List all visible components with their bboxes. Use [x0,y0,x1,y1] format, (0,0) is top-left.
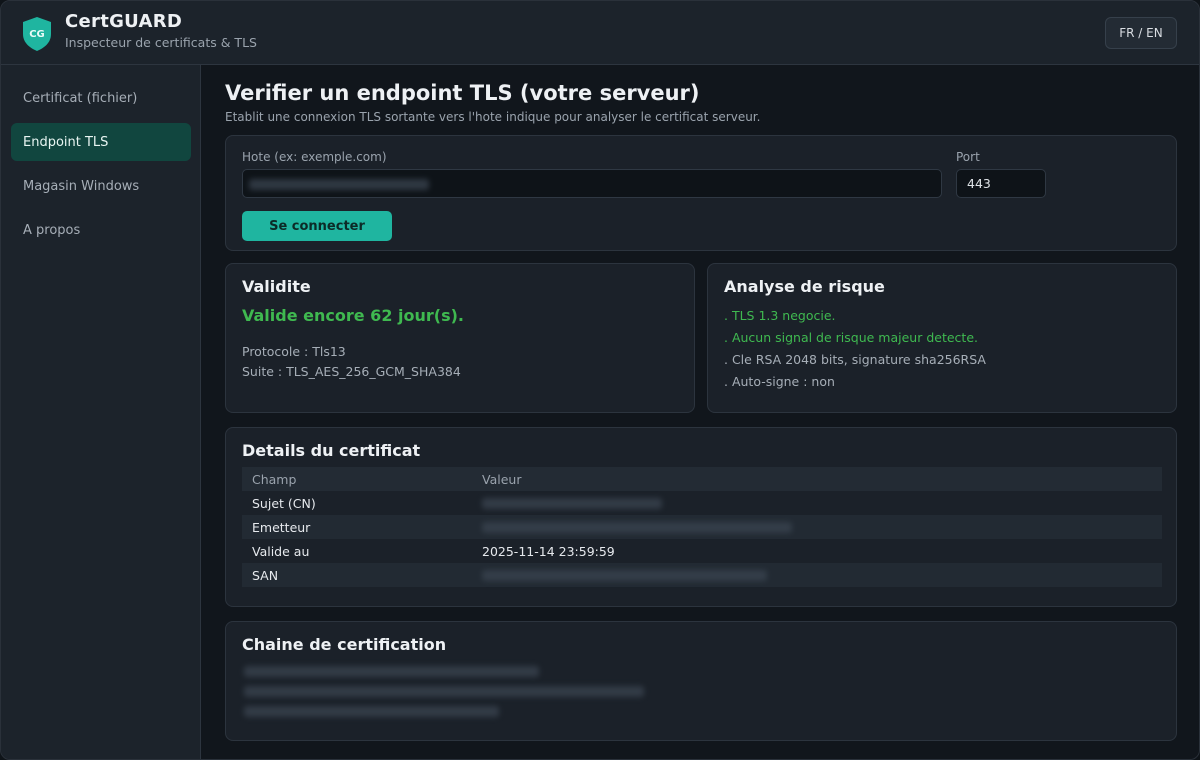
shield-logo-icon: CG [23,17,51,51]
redacted-san-value [482,570,767,581]
table-row: Emetteur [242,515,1162,539]
validity-status: Valide encore 62 jour(s). [242,306,464,325]
language-toggle-button[interactable]: FR / EN [1105,17,1177,49]
column-header-champ: Champ [252,472,297,487]
table-row: SAN [242,563,1162,587]
risk-analysis-card: Analyse de risque . TLS 1.3 negocie. . A… [707,263,1177,413]
app-window: CG CertGUARD Inspecteur de certificats &… [0,0,1200,760]
host-input[interactable] [242,169,942,198]
risk-title: Analyse de risque [724,277,885,296]
connect-button[interactable]: Se connecter [242,211,392,241]
app-title: CertGUARD [65,11,183,32]
sidebar-item-endpoint-tls[interactable]: Endpoint TLS [11,123,191,161]
app-header: CG CertGUARD Inspecteur de certificats &… [1,1,1199,65]
row-field: Emetteur [252,520,311,535]
app-subtitle: Inspecteur de certificats & TLS [65,35,257,50]
port-input[interactable]: 443 [956,169,1046,198]
table-header: Champ Valeur [242,467,1162,491]
main-content: Verifier un endpoint TLS (votre serveur)… [201,65,1199,759]
page-description: Etablit une connexion TLS sortante vers … [225,110,761,124]
sidebar-item-magasin-windows[interactable]: Magasin Windows [11,167,191,205]
port-label: Port [956,150,980,164]
row-field: Sujet (CN) [252,496,316,511]
certification-chain-card: Chaine de certification [225,621,1177,741]
redacted-issuer-value [482,522,792,533]
risk-line-tls: . TLS 1.3 negocie. [724,308,836,323]
cipher-suite-info: Suite : TLS_AES_256_GCM_SHA384 [242,364,461,379]
protocol-info: Protocole : Tls13 [242,344,346,359]
validity-title: Validite [242,277,311,296]
redacted-chain-line [244,666,539,677]
sidebar-item-certificat-fichier[interactable]: Certificat (fichier) [11,79,191,117]
redacted-chain-line [244,706,499,717]
logo-text: CG [29,29,45,40]
risk-line-key: . Cle RSA 2048 bits, signature sha256RSA [724,352,986,367]
row-field: Valide au [252,544,310,559]
risk-line-no-risk: . Aucun signal de risque majeur detecte. [724,330,978,345]
validity-card: Validite Valide encore 62 jour(s). Proto… [225,263,695,413]
details-title: Details du certificat [242,441,421,460]
risk-line-self-signed: . Auto-signe : non [724,374,835,389]
redacted-chain-line [244,686,644,697]
column-header-valeur: Valeur [482,472,522,487]
row-value: 2025-11-14 23:59:59 [482,544,615,559]
table-row: Sujet (CN) [242,491,1162,515]
sidebar: Certificat (fichier) Endpoint TLS Magasi… [1,65,201,759]
redacted-subject-value [482,498,662,509]
host-label: Hote (ex: exemple.com) [242,150,387,164]
row-field: SAN [252,568,279,583]
connection-form-card: Hote (ex: exemple.com) Port 443 Se conne… [225,135,1177,251]
table-row: Valide au 2025-11-14 23:59:59 [242,539,1162,563]
page-title: Verifier un endpoint TLS (votre serveur) [225,81,700,105]
certificate-details-card: Details du certificat Champ Valeur Sujet… [225,427,1177,607]
sidebar-item-a-propos[interactable]: A propos [11,211,191,249]
chain-title: Chaine de certification [242,635,447,654]
redacted-host-value [249,179,429,190]
